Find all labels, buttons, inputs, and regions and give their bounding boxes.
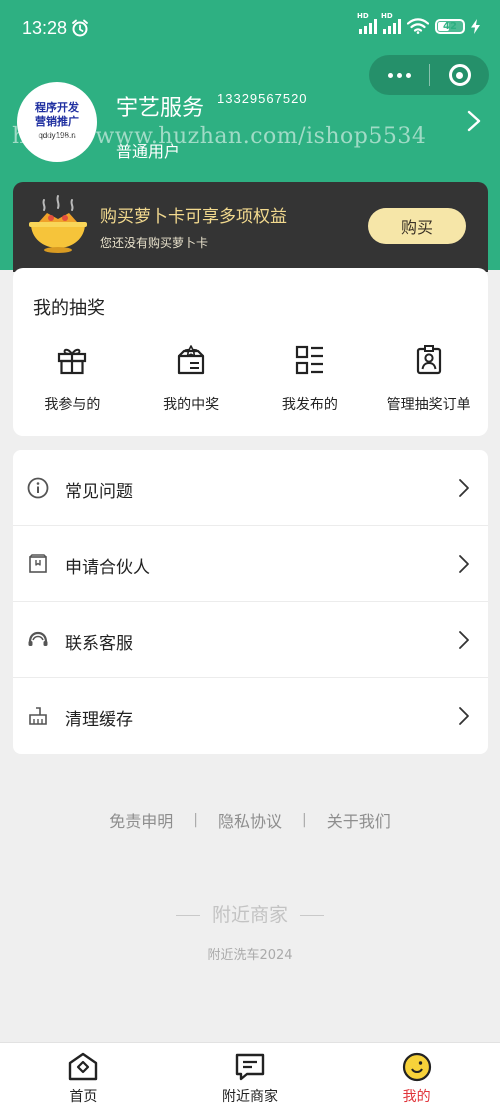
vip-subtitle: 您还没有购买萝卜卡 — [100, 236, 209, 250]
prize-box-icon — [178, 345, 205, 375]
list-grid-icon — [295, 345, 323, 375]
chevron-right-icon — [459, 707, 469, 725]
partner-box-icon — [29, 554, 47, 573]
menu-item-clear-cache[interactable]: 清理缓存 — [13, 678, 488, 754]
status-time: 13:28 — [22, 18, 68, 38]
lottery-item-won[interactable]: 我的中奖 — [132, 344, 251, 414]
user-phone: 13329567520 — [217, 91, 308, 106]
battery-icon: 42 — [435, 18, 465, 34]
tab-label: 我的 — [402, 1089, 431, 1105]
charging-bolt-icon — [471, 18, 480, 34]
tab-nearby-merchants[interactable]: 附近商家 — [167, 1043, 334, 1111]
signal-icon: HD — [357, 12, 377, 34]
more-dots-icon — [387, 72, 393, 78]
user-profile[interactable]: 程序开发 营销推广 qddy198.n 宇艺服务 13329567520 普通用… — [17, 82, 487, 162]
crown-pot-icon — [29, 195, 87, 253]
menu-item-faq[interactable]: 常见问题 — [13, 450, 488, 526]
brand-title: 附近商家 — [0, 900, 500, 927]
battery-percent: 42 — [443, 20, 457, 32]
about-link[interactable]: 关于我们 — [327, 808, 391, 832]
menu-item-label: 常见问题 — [65, 482, 133, 502]
lottery-item-label: 我发布的 — [281, 397, 338, 413]
lottery-item-manage-orders[interactable]: 管理抽奖订单 — [369, 344, 488, 414]
lottery-item-joined[interactable]: 我参与的 — [13, 344, 132, 414]
home-icon — [69, 1052, 98, 1081]
vip-card-banner[interactable]: 购买萝卜卡可享多项权益 您还没有购买萝卜卡 购买 — [13, 182, 488, 272]
vip-title: 购买萝卜卡可享多项权益 — [100, 207, 287, 227]
buy-button[interactable]: 购买 — [368, 208, 466, 244]
avatar-text: 程序开发 — [35, 102, 79, 114]
bottom-tab-bar: 首页 附近商家 我的 — [0, 1042, 500, 1111]
brand-subtitle: 附近洗车2024 — [207, 948, 293, 963]
chevron-right-icon — [459, 631, 469, 649]
privacy-link[interactable]: 隐私协议 — [218, 808, 282, 832]
lottery-grid: 我参与的 我的中奖 我发布的 管理抽奖订单 — [13, 344, 488, 414]
brand-name: 附近商家 — [211, 904, 288, 926]
section-title: 我的抽奖 — [33, 298, 105, 319]
badge-icon — [416, 345, 441, 375]
lottery-item-label: 管理抽奖订单 — [386, 397, 471, 413]
profile-face-icon — [402, 1052, 431, 1082]
footer-separator: | — [193, 812, 198, 828]
info-icon — [27, 477, 49, 499]
menu-item-label: 申请合伙人 — [65, 558, 150, 578]
tab-home[interactable]: 首页 — [0, 1043, 167, 1111]
menu-item-label: 清理缓存 — [65, 710, 133, 730]
broom-icon — [29, 707, 47, 725]
chevron-right-icon[interactable] — [467, 110, 481, 132]
menu-item-partner[interactable]: 申请合伙人 — [13, 526, 488, 602]
headset-icon — [28, 631, 48, 646]
lottery-item-label: 我的中奖 — [163, 397, 220, 413]
settings-menu: 常见问题 申请合伙人 联系客服 清理缓存 — [13, 450, 488, 754]
divider-dash — [300, 915, 324, 916]
chevron-right-icon — [459, 555, 469, 573]
avatar[interactable]: 程序开发 营销推广 qddy198.n — [17, 82, 97, 162]
tab-label: 附近商家 — [222, 1089, 278, 1105]
disclaimer-link[interactable]: 免责申明 — [109, 808, 173, 832]
lottery-item-published[interactable]: 我发布的 — [251, 344, 370, 414]
footer-links: 免责申明 | 隐私协议 | 关于我们 — [0, 808, 500, 832]
status-bar: 13:28 HD HD 42 — [0, 0, 500, 58]
signal-icon: HD — [381, 12, 401, 34]
user-name: 宇艺服务 — [116, 96, 205, 121]
menu-item-customer-service[interactable]: 联系客服 — [13, 602, 488, 678]
tab-label: 首页 — [69, 1089, 98, 1105]
tab-mine[interactable]: 我的 — [333, 1043, 500, 1111]
alarm-clock-icon — [72, 19, 88, 37]
footer-separator: | — [302, 812, 307, 828]
my-lottery-card: 我的抽奖 我参与的 我的中奖 我发布的 管理抽奖订单 — [13, 268, 488, 436]
gift-icon — [58, 348, 87, 375]
watermark-text: https://www.huzhan.com/ishop5534 — [12, 124, 427, 149]
chevron-right-icon — [459, 479, 469, 497]
message-icon — [235, 1053, 265, 1081]
menu-item-label: 联系客服 — [65, 634, 133, 654]
wifi-icon — [407, 18, 429, 34]
lottery-item-label: 我参与的 — [44, 397, 101, 413]
divider-dash — [175, 915, 200, 916]
